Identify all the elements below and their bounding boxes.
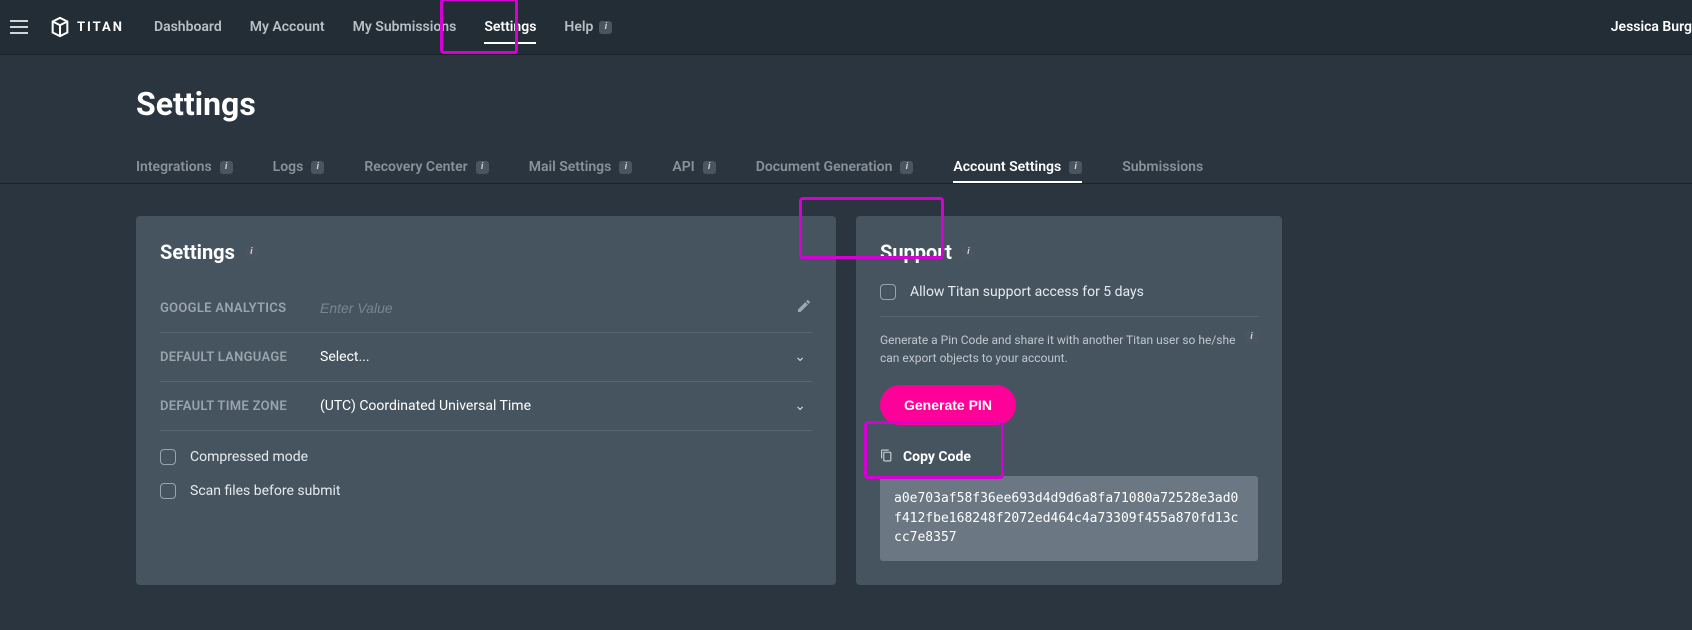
scan-files-checkbox[interactable]: [160, 483, 176, 499]
tab-mail-settings[interactable]: Mail Settings i: [529, 151, 633, 183]
user-name[interactable]: Jessica Burg: [1611, 19, 1692, 35]
chevron-down-icon: ⌄: [794, 349, 806, 365]
tab-api[interactable]: API i: [672, 151, 715, 183]
info-icon: i: [476, 161, 489, 174]
nav-help[interactable]: Help i: [564, 0, 612, 54]
info-icon: i: [220, 161, 233, 174]
info-icon: i: [599, 21, 612, 34]
scan-files-label: Scan files before submit: [190, 483, 340, 499]
titan-logo-icon: [49, 16, 71, 38]
tab-account-label: Account Settings: [953, 159, 1061, 175]
compressed-mode-label: Compressed mode: [190, 449, 308, 465]
logo-text: TITAN: [77, 20, 124, 35]
hamburger-menu[interactable]: [10, 15, 34, 39]
tab-document-generation[interactable]: Document Generation i: [756, 151, 914, 183]
support-panel-title: Support: [880, 240, 952, 264]
allow-access-label: Allow Titan support access for 5 days: [910, 284, 1144, 300]
compressed-mode-checkbox[interactable]: [160, 449, 176, 465]
allow-access-checkbox[interactable]: [880, 284, 896, 300]
logo[interactable]: TITAN: [49, 16, 124, 38]
lang-value: Select...: [320, 349, 370, 365]
nav-my-account[interactable]: My Account: [250, 0, 325, 54]
support-panel: Support i Allow Titan support access for…: [856, 216, 1282, 585]
nav-settings[interactable]: Settings: [484, 0, 536, 54]
tz-select[interactable]: (UTC) Coordinated Universal Time ⌄: [320, 398, 812, 414]
copy-code-label: Copy Code: [903, 449, 971, 465]
info-icon: i: [245, 246, 258, 259]
ga-label: GOOGLE ANALYTICS: [160, 301, 320, 316]
tz-value: (UTC) Coordinated Universal Time: [320, 398, 531, 414]
page-title: Settings: [136, 85, 1556, 123]
nav-my-submissions[interactable]: My Submissions: [353, 0, 457, 54]
info-icon: i: [311, 161, 324, 174]
chevron-down-icon: ⌄: [794, 398, 806, 414]
pin-code-box[interactable]: a0e703af58f36ee693d4d9d6a8fa71080a72528e…: [880, 476, 1258, 561]
info-icon: i: [703, 161, 716, 174]
tab-mail-label: Mail Settings: [529, 159, 612, 175]
pin-description: Generate a Pin Code and share it with an…: [880, 331, 1239, 367]
tab-recovery-label: Recovery Center: [364, 159, 467, 175]
tab-integrations[interactable]: Integrations i: [136, 151, 233, 183]
settings-panel-title: Settings: [160, 240, 235, 264]
lang-label: DEFAULT LANGUAGE: [160, 350, 320, 365]
generate-pin-button[interactable]: Generate PIN: [880, 385, 1016, 425]
info-icon: i: [962, 246, 975, 259]
tab-submissions[interactable]: Submissions: [1122, 151, 1203, 183]
tab-logs-label: Logs: [273, 159, 304, 175]
info-icon: i: [900, 161, 913, 174]
tab-logs[interactable]: Logs i: [273, 151, 325, 183]
pencil-icon[interactable]: [796, 298, 812, 318]
tab-recovery-center[interactable]: Recovery Center i: [364, 151, 488, 183]
tab-api-label: API: [672, 159, 694, 175]
tab-account-settings[interactable]: Account Settings i: [953, 151, 1082, 183]
info-icon: i: [619, 161, 632, 174]
tab-docgen-label: Document Generation: [756, 159, 893, 175]
info-icon: i: [1245, 331, 1258, 344]
settings-panel: Settings i GOOGLE ANALYTICS DEFAULT LANG…: [136, 216, 836, 585]
copy-icon[interactable]: [880, 447, 893, 466]
ga-input[interactable]: [320, 300, 812, 316]
tab-integrations-label: Integrations: [136, 159, 212, 175]
tz-label: DEFAULT TIME ZONE: [160, 399, 320, 414]
info-icon: i: [1069, 161, 1082, 174]
nav-help-label: Help: [564, 19, 593, 35]
nav-dashboard[interactable]: Dashboard: [154, 0, 222, 54]
tab-submissions-label: Submissions: [1122, 159, 1203, 175]
lang-select[interactable]: Select... ⌄: [320, 349, 812, 365]
